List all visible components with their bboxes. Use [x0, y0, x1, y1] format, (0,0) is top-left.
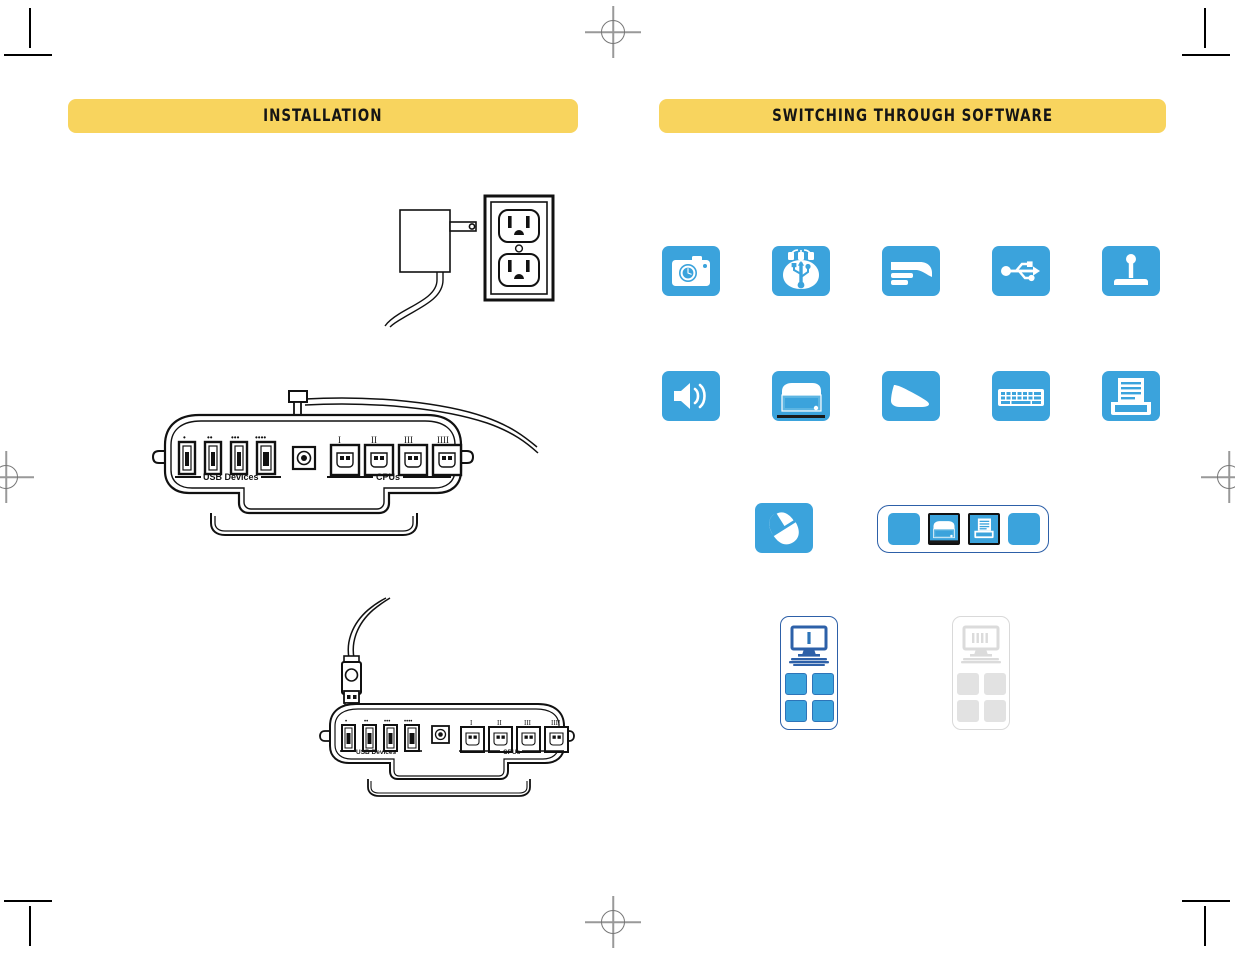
registration-mark-left [0, 451, 34, 503]
speaker-icon[interactable] [662, 371, 720, 421]
crop-mark-bl-h [4, 900, 52, 902]
crop-mark-br-h [1182, 900, 1230, 902]
banner-switching-label: SWITCHING THROUGH SOFTWARE [772, 106, 1053, 126]
external-drive-icon[interactable] [772, 371, 830, 421]
banner-installation: INSTALLATION [68, 99, 578, 133]
strip-cell-external-drive[interactable] [928, 513, 960, 545]
usb-symbol-icon[interactable] [992, 246, 1050, 296]
computer-panel-active[interactable] [780, 616, 838, 730]
crop-mark-bl-v [29, 906, 31, 946]
printer-icon[interactable] [1102, 371, 1160, 421]
computer-port-inactive-1[interactable] [956, 673, 979, 695]
crop-mark-tl-h [4, 54, 52, 56]
svg-text:IIII: IIII [551, 719, 561, 727]
computer-port-4[interactable] [811, 700, 834, 722]
joystick-icon[interactable] [1102, 246, 1160, 296]
keyboard-icon[interactable] [992, 371, 1050, 421]
computer-ports-inactive [956, 673, 1006, 722]
computer-panel-inactive[interactable] [952, 616, 1010, 730]
svg-text:••: •• [207, 433, 213, 442]
svg-text:I: I [338, 435, 341, 445]
crop-mark-tr-h [1182, 54, 1230, 56]
svg-text:CPUs: CPUs [503, 749, 521, 756]
svg-text:III: III [524, 719, 532, 727]
computer-screen-inactive [961, 625, 1001, 664]
strip-cell-empty-2[interactable] [1008, 513, 1040, 545]
svg-text:III: III [404, 435, 413, 445]
computer-port-3[interactable] [784, 700, 807, 722]
computer-port-2[interactable] [811, 673, 834, 695]
svg-text:CPUs: CPUs [376, 472, 400, 482]
strip-cell-printer[interactable] [968, 513, 1000, 545]
crop-mark-tr-v [1204, 8, 1206, 48]
scanner-icon[interactable] [882, 371, 940, 421]
figure-power-adapter-outlet [375, 192, 555, 328]
computer-port-1[interactable] [784, 673, 807, 695]
crop-mark-br-v [1204, 906, 1206, 946]
banner-installation-label: INSTALLATION [263, 106, 383, 126]
strip-cell-empty-1[interactable] [888, 513, 920, 545]
computer-screen-active [789, 625, 829, 666]
svg-text:•••: ••• [231, 433, 240, 442]
banner-switching-through-software: SWITCHING THROUGH SOFTWARE [659, 99, 1166, 133]
svg-text:USB Devices: USB Devices [356, 749, 396, 756]
mouse-icon[interactable] [755, 503, 813, 553]
camera-icon[interactable] [662, 246, 720, 296]
computer-port-inactive-4[interactable] [983, 700, 1006, 722]
figure-kvm-switch-usb-connect: • •• ••• •••• USB Devices I II III IIII … [316, 596, 596, 801]
svg-text:USB Devices: USB Devices [203, 472, 259, 482]
registration-mark-top [585, 6, 641, 58]
crop-mark-tl-v [29, 8, 31, 48]
svg-text:•: • [183, 433, 186, 442]
card-reader-icon[interactable] [882, 246, 940, 296]
registration-mark-right [1201, 451, 1235, 503]
computer-port-inactive-3[interactable] [956, 700, 979, 722]
svg-text:II: II [497, 719, 502, 727]
svg-text:IIII: IIII [437, 435, 449, 445]
registration-mark-bottom [585, 896, 641, 948]
computer-port-inactive-2[interactable] [983, 673, 1006, 695]
figure-kvm-switch-power-connect: • •• ••• •••• USB Devices I II III IIII … [145, 385, 540, 550]
computer-ports-active [784, 673, 834, 722]
svg-text:II: II [371, 435, 377, 445]
usb-hub-icon[interactable] [772, 246, 830, 296]
device-selection-strip[interactable] [877, 505, 1049, 553]
svg-text:••••: •••• [255, 433, 266, 442]
